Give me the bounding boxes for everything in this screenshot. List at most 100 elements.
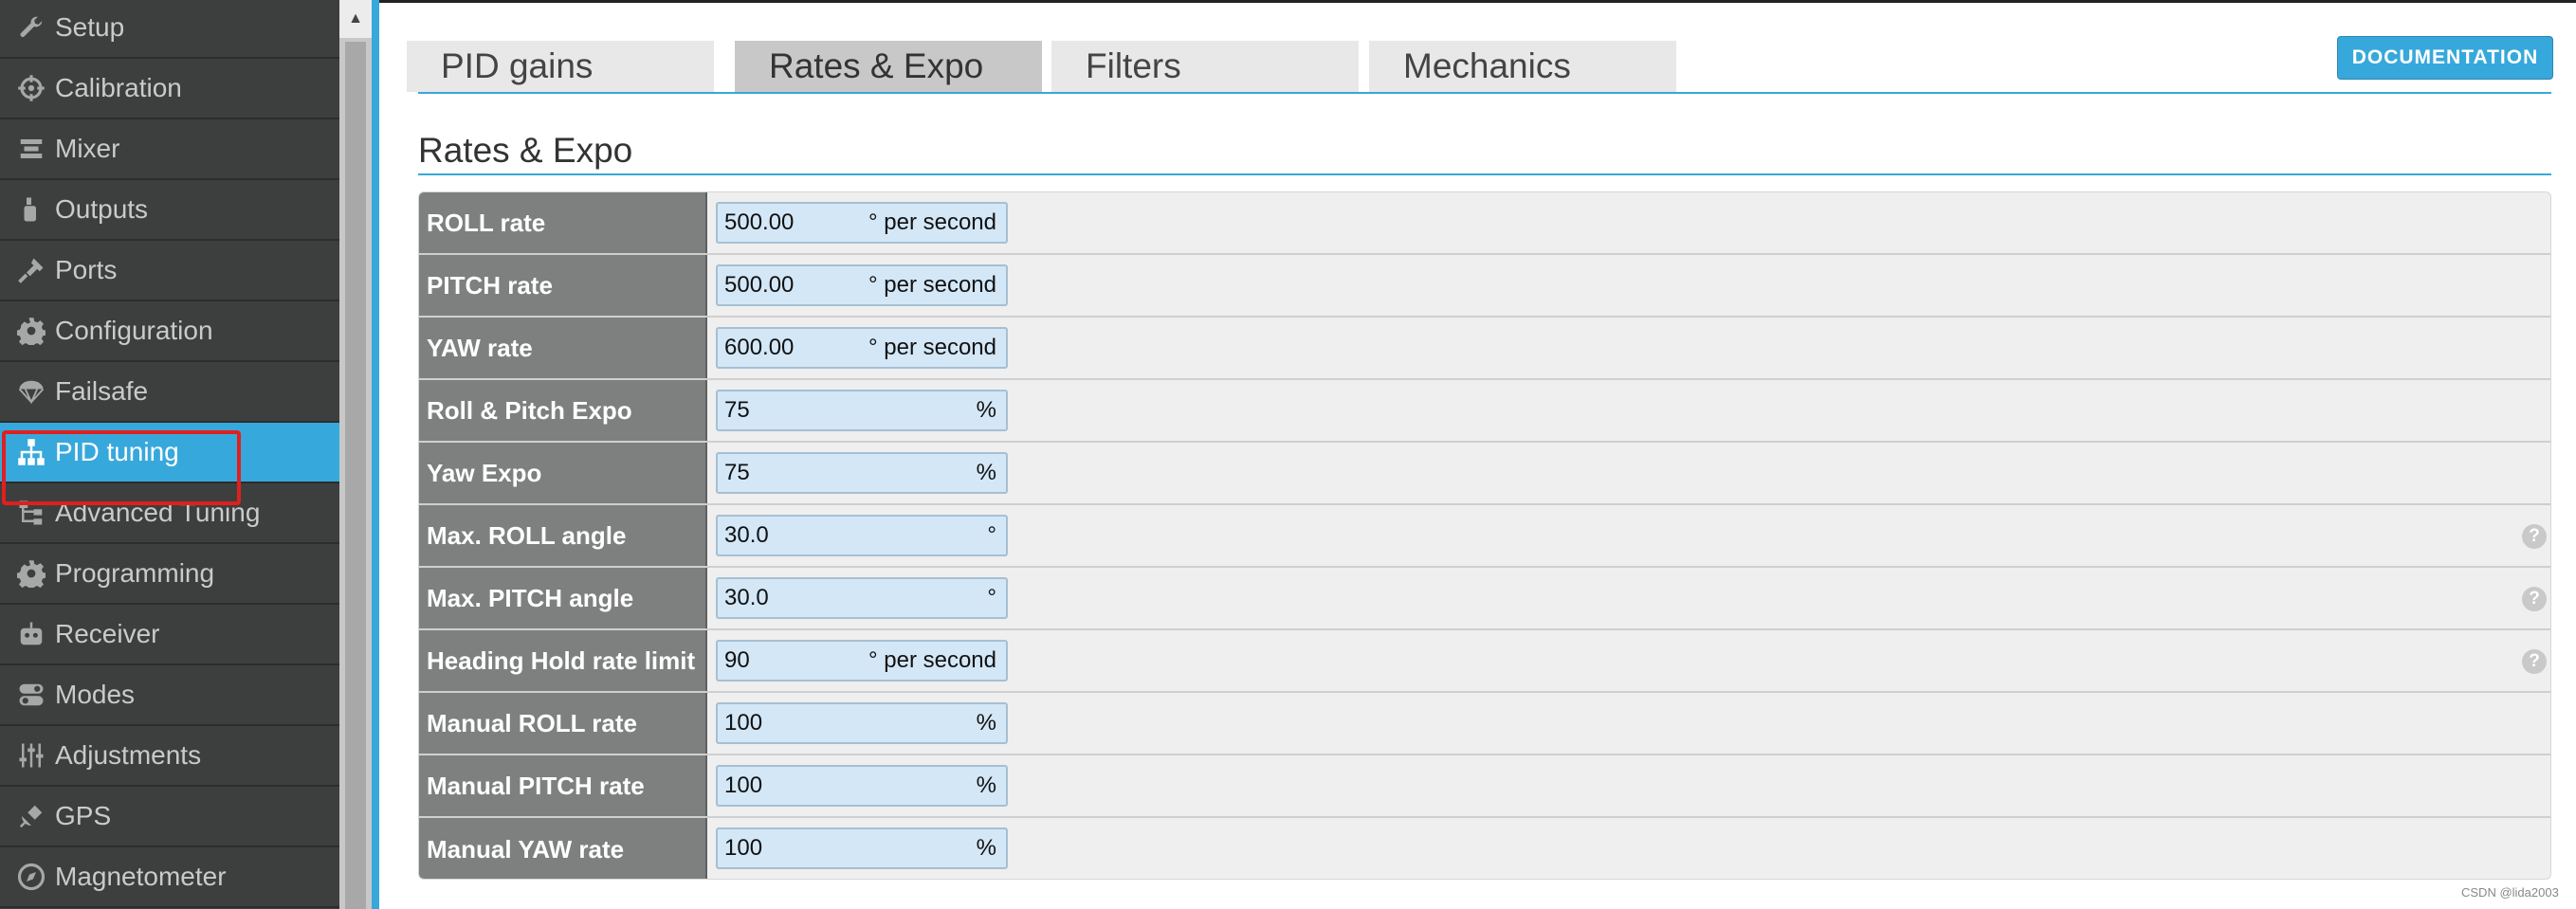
input-value: 600.00 [724, 335, 795, 360]
value-input[interactable]: 90 ° per second [716, 640, 1008, 682]
sidebar-item-label: Configuration [55, 316, 213, 345]
input-unit: % [976, 773, 996, 798]
table-row: ROLL rate 500.00 ° per second [419, 192, 2550, 255]
input-unit: % [976, 710, 996, 736]
input-unit: ° [987, 585, 996, 610]
input-unit: ° per second [868, 647, 996, 673]
input-unit: ° per second [868, 272, 996, 298]
table-row: Manual PITCH rate 100% [419, 755, 2550, 818]
value-input[interactable]: 100% [716, 827, 1008, 869]
table-row: Heading Hold rate limit 90 ° per second? [419, 630, 2550, 693]
sidebar-item-setup[interactable]: Setup [0, 0, 339, 59]
row-label: Max. ROLL angle [419, 505, 707, 566]
input-value: 100 [724, 835, 763, 861]
help-icon[interactable]: ? [2522, 524, 2547, 549]
sidebar-item-modes[interactable]: Modes [0, 665, 339, 726]
tab-rates-expo[interactable]: Rates & Expo [735, 41, 1042, 92]
sidebar-item-calibration[interactable]: Calibration [0, 59, 339, 119]
input-value: 75 [724, 397, 750, 423]
tab-pid-gains[interactable]: PID gains [407, 41, 714, 92]
sidebar-item-label: Adjustments [55, 740, 202, 770]
sidebar-item-label: Setup [55, 12, 125, 42]
scroll-up-arrow-icon[interactable]: ▲ [339, 0, 372, 38]
sidebar-item-receiver[interactable]: Receiver [0, 605, 339, 665]
table-row: Manual YAW rate 100% [419, 818, 2550, 879]
help-icon[interactable]: ? [2522, 587, 2547, 611]
motor-icon [15, 193, 47, 226]
input-value: 500.00 [724, 272, 795, 298]
documentation-button[interactable]: DOCUMENTATION [2337, 36, 2553, 80]
sidebar-item-ports[interactable]: Ports [0, 241, 339, 301]
input-value: 30.0 [724, 585, 769, 610]
row-label: Heading Hold rate limit [419, 630, 707, 691]
sidebar-scrollbar[interactable]: ▲ [339, 0, 373, 909]
sidebar-item-magnetometer[interactable]: Magnetometer [0, 847, 339, 908]
value-input[interactable]: 500.00 ° per second [716, 202, 1008, 244]
row-label: ROLL rate [419, 192, 707, 253]
help-icon[interactable]: ? [2522, 649, 2547, 674]
row-label: Max. PITCH angle [419, 568, 707, 628]
table-row: Max. ROLL angle 30.0 °? [419, 505, 2550, 568]
input-value: 500.00 [724, 209, 795, 235]
sidebar-item-label: GPS [55, 801, 112, 830]
value-input[interactable]: 30.0 ° [716, 577, 1008, 619]
row-label: Roll & Pitch Expo [419, 380, 707, 441]
input-value: 90 [724, 647, 750, 673]
compass-icon [15, 861, 47, 893]
scrollbar-thumb[interactable] [345, 42, 366, 909]
value-input[interactable]: 75% [716, 390, 1008, 431]
sidebar-item-label: Modes [55, 680, 136, 709]
gear-icon [15, 315, 47, 347]
sidebar-item-label: Mixer [55, 134, 120, 163]
input-value: 100 [724, 773, 763, 798]
sidebar-item-label: Receiver [55, 619, 160, 648]
sidebar-item-adjustments[interactable]: Adjustments [0, 726, 339, 787]
value-input[interactable]: 100% [716, 702, 1008, 744]
sidebar-item-outputs[interactable]: Outputs [0, 180, 339, 241]
value-input[interactable]: 600.00 ° per second [716, 327, 1008, 369]
section-title: Rates & Expo [418, 131, 633, 170]
sidebar-item-label: Ports [55, 255, 118, 284]
table-row: YAW rate 600.00 ° per second [419, 318, 2550, 380]
sidebar-item-programming[interactable]: Programming [0, 544, 339, 605]
table-row: Manual ROLL rate 100% [419, 693, 2550, 755]
row-label: Manual PITCH rate [419, 755, 707, 816]
tab-bar-underline [418, 92, 2551, 94]
tab-mechanics[interactable]: Mechanics [1369, 41, 1676, 92]
input-unit: % [976, 460, 996, 485]
sidebar-item-label: Programming [55, 558, 215, 588]
input-unit: % [976, 397, 996, 423]
sliders-icon [15, 739, 47, 772]
sidebar-item-label: Magnetometer [55, 862, 227, 891]
sidebar-item-configuration[interactable]: Configuration [0, 301, 339, 362]
row-label: PITCH rate [419, 255, 707, 316]
sidebar-item-label: Calibration [55, 73, 182, 102]
wrench-icon [15, 11, 47, 44]
sidebar-item-gps[interactable]: GPS [0, 787, 339, 847]
sidebar-item-label: Failsafe [55, 376, 149, 406]
value-input[interactable]: 100% [716, 765, 1008, 807]
sidebar-item-mixer[interactable]: Mixer [0, 119, 339, 180]
row-label: Yaw Expo [419, 443, 707, 503]
sidebar-item-label: Outputs [55, 194, 149, 224]
table-row: Roll & Pitch Expo 75% [419, 380, 2550, 443]
input-value: 100 [724, 710, 763, 736]
row-label: Manual ROLL rate [419, 693, 707, 754]
parachute-icon [15, 375, 47, 408]
mixer-icon [15, 133, 47, 165]
table-row: PITCH rate 500.00 ° per second [419, 255, 2550, 318]
sidebar-item-failsafe[interactable]: Failsafe [0, 362, 339, 423]
top-border [379, 0, 2576, 3]
row-label: Manual YAW rate [419, 818, 707, 879]
input-unit: ° per second [868, 209, 996, 235]
input-value: 75 [724, 460, 750, 485]
table-row: Max. PITCH angle 30.0 °? [419, 568, 2550, 630]
input-unit: ° [987, 522, 996, 548]
value-input[interactable]: 75% [716, 452, 1008, 494]
plug-icon [15, 254, 47, 286]
value-input[interactable]: 30.0 ° [716, 515, 1008, 556]
input-unit: ° per second [868, 335, 996, 360]
toggle-icon [15, 679, 47, 711]
value-input[interactable]: 500.00 ° per second [716, 264, 1008, 306]
tab-filters[interactable]: Filters [1051, 41, 1359, 92]
